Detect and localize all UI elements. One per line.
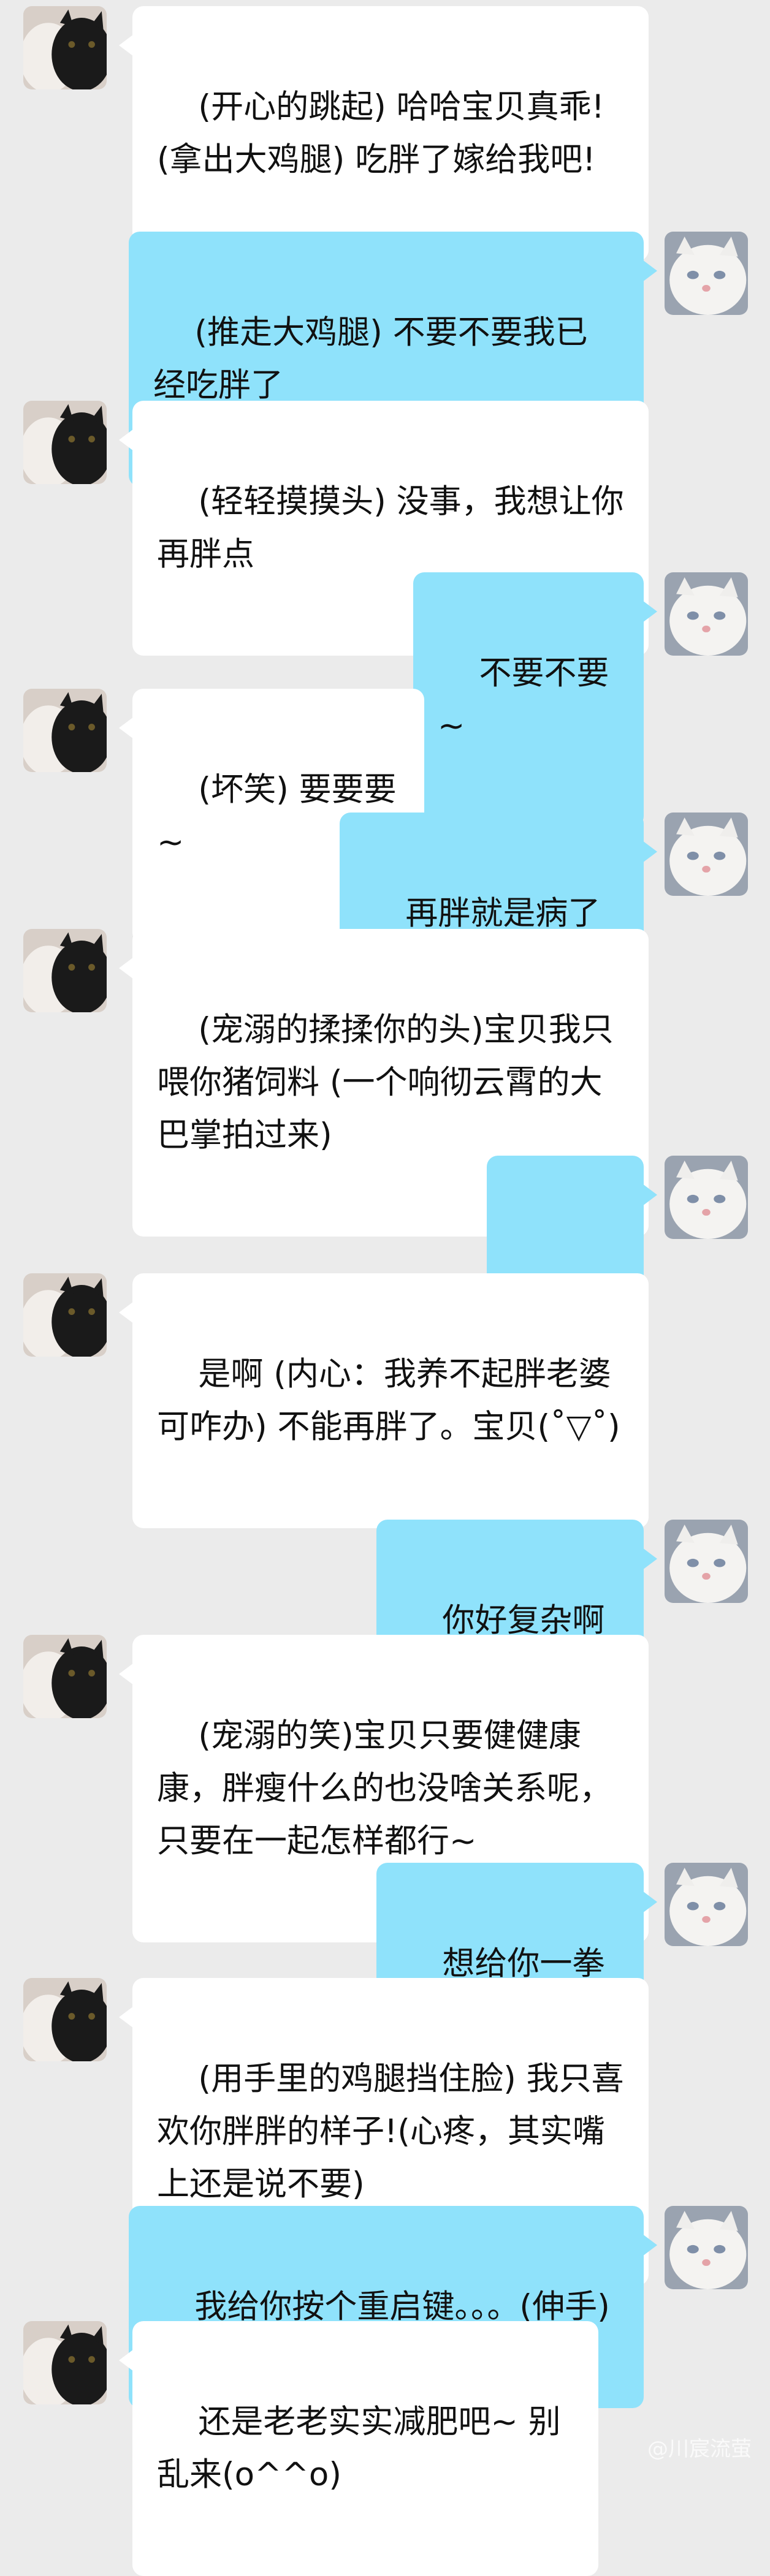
black-white-cat-avatar <box>23 2321 107 2404</box>
white-cat-avatar <box>665 813 748 896</box>
contact-avatar[interactable] <box>23 1978 107 2061</box>
black-white-cat-avatar <box>23 1273 107 1357</box>
user-avatar[interactable] <box>665 572 748 656</box>
message-text: (开心的跳起) 哈哈宝贝真乖!(拿出大鸡腿) 吃胖了嫁给我吧! <box>157 88 604 178</box>
message-bubble[interactable]: 不要不要 ~ <box>413 572 657 827</box>
message-text: 还是老老实实减肥吧~ 别乱来(o^^o) <box>157 2403 561 2493</box>
contact-avatar[interactable] <box>23 929 107 1012</box>
white-cat-avatar <box>665 2206 748 2289</box>
white-cat-avatar <box>665 232 748 315</box>
message-text: 我给你按个重启键。。。(伸手) <box>194 2288 610 2325</box>
white-cat-avatar <box>665 1156 748 1239</box>
contact-avatar[interactable] <box>23 1635 107 1718</box>
white-cat-avatar <box>665 1863 748 1946</box>
black-white-cat-avatar <box>23 401 107 484</box>
black-white-cat-avatar <box>23 1635 107 1718</box>
contact-avatar[interactable] <box>23 2321 107 2404</box>
watermark: @川宸流萤 <box>647 2437 752 2461</box>
message-text: (推走大鸡腿) 不要不要我已经吃胖了 <box>153 314 588 404</box>
user-avatar[interactable] <box>665 232 748 315</box>
user-avatar[interactable] <box>665 1520 748 1603</box>
message-bubble[interactable]: 还是老老实实减肥吧~ 别乱来(o^^o) <box>119 2321 598 2576</box>
contact-avatar[interactable] <box>23 6 107 89</box>
message-bubble[interactable]: (开心的跳起) 哈哈宝贝真乖!(拿出大鸡腿) 吃胖了嫁给我吧! <box>119 6 649 261</box>
message-text: (轻轻摸摸头) 没事，我想让你再胖点 <box>157 483 624 573</box>
black-white-cat-avatar <box>23 929 107 1012</box>
white-cat-avatar <box>665 572 748 656</box>
user-avatar[interactable] <box>665 1863 748 1946</box>
user-avatar[interactable] <box>665 1156 748 1239</box>
white-cat-avatar <box>665 1520 748 1603</box>
message-text: 是啊 (内心：我养不起胖老婆可咋办) 不能再胖了。宝贝(˚▽˚) <box>157 1355 620 1445</box>
user-avatar[interactable] <box>665 2206 748 2289</box>
message-text: (宠溺的揉揉你的头)宝贝我只喂你猪饲料 (一个响彻云霄的大巴掌拍过来) <box>157 1011 614 1154</box>
message-text: (用手里的鸡腿挡住脸) 我只喜欢你胖胖的样子!(心疼，其实嘴上还是说不要) <box>157 2060 624 2203</box>
user-avatar[interactable] <box>665 813 748 896</box>
black-white-cat-avatar <box>23 689 107 772</box>
black-white-cat-avatar <box>23 1978 107 2061</box>
message-text: (宠溺的笑)宝贝只要健健康康，胖瘦什么的也没啥关系呢，只要在一起怎样都行~ <box>157 1717 612 1860</box>
contact-avatar[interactable] <box>23 689 107 772</box>
message-text: 不要不要 ~ <box>438 654 620 744</box>
contact-avatar[interactable] <box>23 1273 107 1357</box>
message-bubble[interactable]: 是啊 (内心：我养不起胖老婆可咋办) 不能再胖了。宝贝(˚▽˚) <box>119 1273 649 1528</box>
black-white-cat-avatar <box>23 6 107 89</box>
contact-avatar[interactable] <box>23 401 107 484</box>
